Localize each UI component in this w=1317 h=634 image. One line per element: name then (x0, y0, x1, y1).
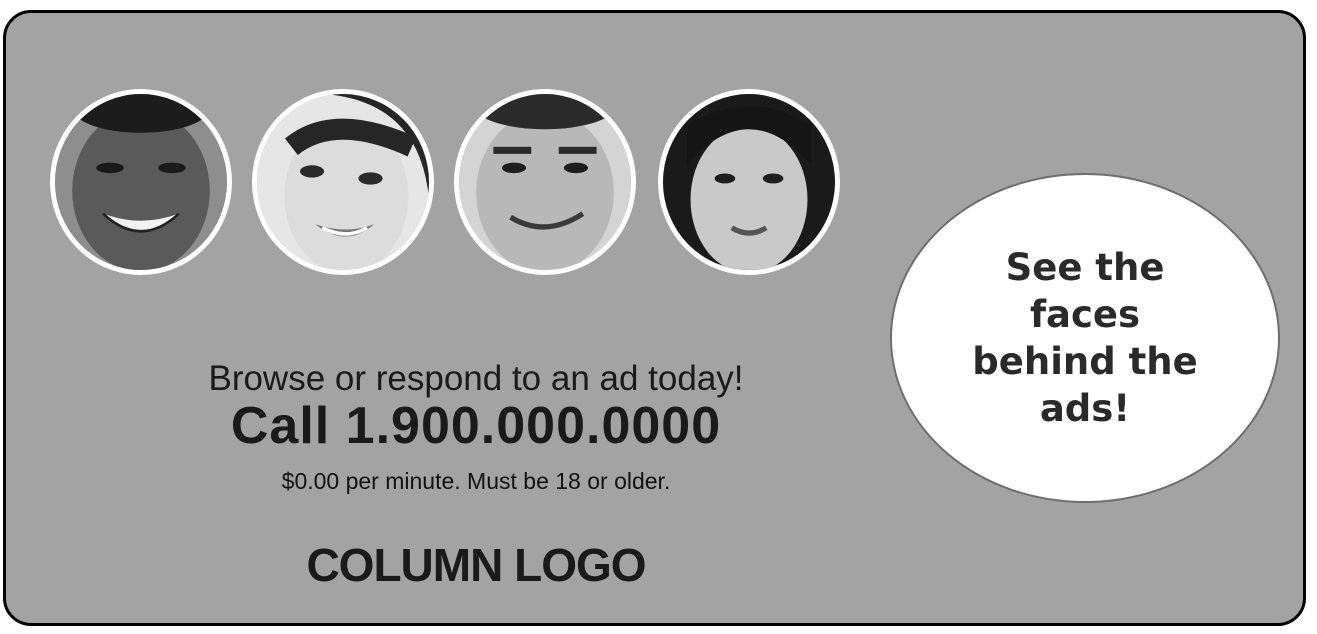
face-photo-4-image (663, 94, 835, 270)
face-photo-3 (454, 89, 636, 275)
face-photo-1 (50, 89, 232, 275)
face-photo-2-image (257, 94, 429, 270)
promo-text: See the faces behind the ads! (972, 246, 1198, 430)
ad-panel: Browse or respond to an ad today! Call 1… (3, 10, 1306, 626)
face-photo-3-image (459, 94, 631, 270)
ad-tagline: Browse or respond to an ad today! (208, 359, 744, 398)
promo-circle: See the faces behind the ads! (890, 173, 1280, 503)
face-photo-1-image (55, 94, 227, 270)
phone-number-callout: Call 1.900.000.0000 (230, 397, 722, 455)
column-logo: COLUMN LOGO (306, 539, 646, 591)
face-photo-4 (658, 89, 840, 275)
pricing-disclaimer: $0.00 per minute. Must be 18 or older. (281, 468, 671, 494)
face-photo-2 (252, 89, 434, 275)
